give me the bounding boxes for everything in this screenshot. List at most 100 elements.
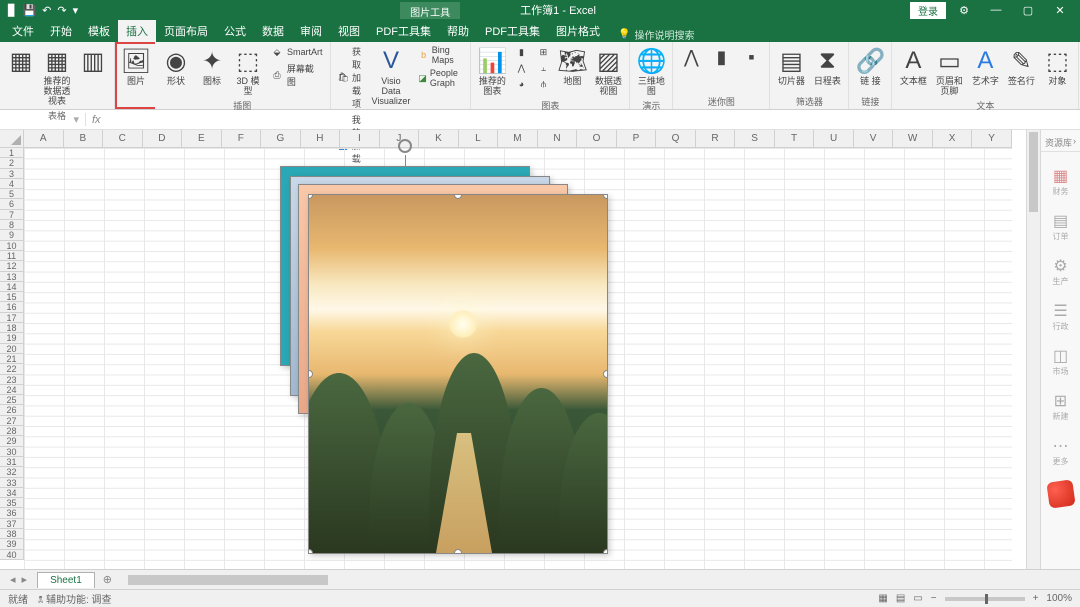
col-header[interactable]: M — [498, 130, 538, 147]
col-header[interactable]: T — [775, 130, 815, 147]
worksheet-grid[interactable]: ABCDEFGHIJKLMNOPQRSTUVWXY 12345678910111… — [0, 130, 1026, 569]
row-header[interactable]: 13 — [0, 272, 23, 282]
object-button[interactable]: ⬚对象 — [1040, 44, 1074, 89]
side-hr[interactable]: ☰行政 — [1051, 301, 1071, 332]
row-header[interactable]: 29 — [0, 436, 23, 446]
shapes-button[interactable]: ◉形状 — [159, 44, 193, 89]
row-header[interactable]: 18 — [0, 323, 23, 333]
tab-insert[interactable]: 插入 — [118, 20, 156, 42]
col-header[interactable]: X — [933, 130, 973, 147]
resize-handle[interactable] — [454, 194, 462, 199]
chart-pie-icon[interactable]: ◕ — [511, 76, 531, 92]
sparkline-col-button[interactable]: ▮ — [707, 44, 735, 70]
row-header[interactable]: 14 — [0, 282, 23, 292]
row-header[interactable]: 26 — [0, 405, 23, 415]
row-header[interactable]: 16 — [0, 302, 23, 312]
resize-handle[interactable] — [308, 549, 313, 554]
row-header[interactable]: 36 — [0, 508, 23, 518]
side-finance[interactable]: ▦财务 — [1051, 166, 1071, 197]
zoom-in-button[interactable]: + — [1033, 593, 1039, 604]
3dmodel-button[interactable]: ⬚3D 模 型 — [231, 44, 265, 99]
qat-more-icon[interactable]: ▾ — [73, 4, 79, 17]
row-header[interactable]: 10 — [0, 241, 23, 251]
side-market[interactable]: ◫市场 — [1051, 346, 1071, 377]
row-header[interactable]: 35 — [0, 498, 23, 508]
side-prod[interactable]: ⚙生产 — [1051, 256, 1071, 287]
tab-pdf-a[interactable]: PDF工具集 — [368, 20, 439, 42]
row-header[interactable]: 39 — [0, 539, 23, 549]
inserted-images[interactable] — [280, 166, 630, 566]
row-header[interactable]: 9 — [0, 230, 23, 240]
tab-data[interactable]: 数据 — [254, 20, 292, 42]
chevron-right-icon[interactable]: › — [1073, 136, 1076, 149]
col-header[interactable]: E — [182, 130, 222, 147]
sigline-button[interactable]: ✎签名行 — [1004, 44, 1038, 89]
row-header[interactable]: 22 — [0, 364, 23, 374]
col-header[interactable]: C — [103, 130, 143, 147]
column-headers[interactable]: ABCDEFGHIJKLMNOPQRSTUVWXY — [24, 130, 1012, 148]
smartart-button[interactable]: ⬙SmartArt — [267, 44, 326, 60]
undo-icon[interactable]: ↶ — [42, 4, 51, 17]
pivottable-button[interactable]: ▦ — [4, 44, 38, 78]
col-header[interactable]: F — [222, 130, 262, 147]
row-header[interactable]: 32 — [0, 467, 23, 477]
row-header[interactable]: 6 — [0, 199, 23, 209]
row-header[interactable]: 3 — [0, 169, 23, 179]
row-header[interactable]: 28 — [0, 426, 23, 436]
col-header[interactable]: L — [459, 130, 499, 147]
close-button[interactable]: ✕ — [1046, 4, 1074, 17]
col-header[interactable]: R — [696, 130, 736, 147]
rotate-handle-icon[interactable] — [398, 139, 412, 153]
row-header[interactable]: 20 — [0, 344, 23, 354]
col-header[interactable]: N — [538, 130, 578, 147]
col-header[interactable]: A — [24, 130, 64, 147]
row-header[interactable]: 23 — [0, 375, 23, 385]
row-header[interactable]: 19 — [0, 333, 23, 343]
row-header[interactable]: 15 — [0, 292, 23, 302]
row-header[interactable]: 1 — [0, 148, 23, 158]
col-header[interactable]: G — [261, 130, 301, 147]
row-header[interactable]: 30 — [0, 447, 23, 457]
vertical-scrollbar[interactable] — [1026, 130, 1040, 569]
peoplegraph-button[interactable]: ◪People Graph — [415, 67, 466, 89]
chart-hier-icon[interactable]: ⊞ — [533, 44, 553, 60]
resize-handle[interactable] — [603, 194, 608, 199]
row-header[interactable]: 33 — [0, 478, 23, 488]
recommended-pivot-button[interactable]: ▦推荐的 数据透视表 — [40, 44, 74, 109]
resize-handle[interactable] — [454, 549, 462, 554]
pictures-button[interactable]: 🖼图片 — [119, 44, 153, 89]
row-header[interactable]: 17 — [0, 313, 23, 323]
view-layout-icon[interactable]: ▤ — [896, 593, 905, 604]
save-icon[interactable]: 💾 — [22, 4, 36, 17]
tab-picture-format[interactable]: 图片格式 — [548, 20, 608, 42]
tab-view[interactable]: 视图 — [330, 20, 368, 42]
row-header[interactable]: 38 — [0, 529, 23, 539]
col-header[interactable]: P — [617, 130, 657, 147]
col-header[interactable]: O — [577, 130, 617, 147]
row-header[interactable]: 12 — [0, 261, 23, 271]
row-header[interactable]: 25 — [0, 395, 23, 405]
view-normal-icon[interactable]: ▦ — [878, 593, 887, 604]
side-order[interactable]: ▤订单 — [1051, 211, 1071, 242]
side-new[interactable]: ⊞新建 — [1051, 391, 1071, 422]
fx-icon[interactable]: fx — [86, 114, 107, 126]
zoom-out-button[interactable]: − — [931, 593, 937, 604]
ribbon-options-icon[interactable]: ⚙ — [950, 4, 978, 17]
row-header[interactable]: 24 — [0, 385, 23, 395]
tab-formula[interactable]: 公式 — [216, 20, 254, 42]
zoom-level[interactable]: 100% — [1046, 593, 1072, 604]
col-header[interactable]: K — [419, 130, 459, 147]
resize-handle[interactable] — [603, 549, 608, 554]
select-all-corner[interactable] — [0, 130, 24, 148]
redo-icon[interactable]: ↷ — [57, 4, 66, 17]
row-header[interactable]: 37 — [0, 519, 23, 529]
tab-file[interactable]: 文件 — [4, 20, 42, 42]
tab-template[interactable]: 模板 — [80, 20, 118, 42]
table-button[interactable]: ▥ — [76, 44, 110, 78]
row-header[interactable]: 8 — [0, 220, 23, 230]
gift-icon[interactable] — [1046, 479, 1075, 508]
tab-pdf-b[interactable]: PDF工具集 — [477, 20, 548, 42]
tab-review[interactable]: 审阅 — [292, 20, 330, 42]
login-button[interactable]: 登录 — [910, 2, 946, 19]
resize-handle[interactable] — [308, 194, 313, 199]
